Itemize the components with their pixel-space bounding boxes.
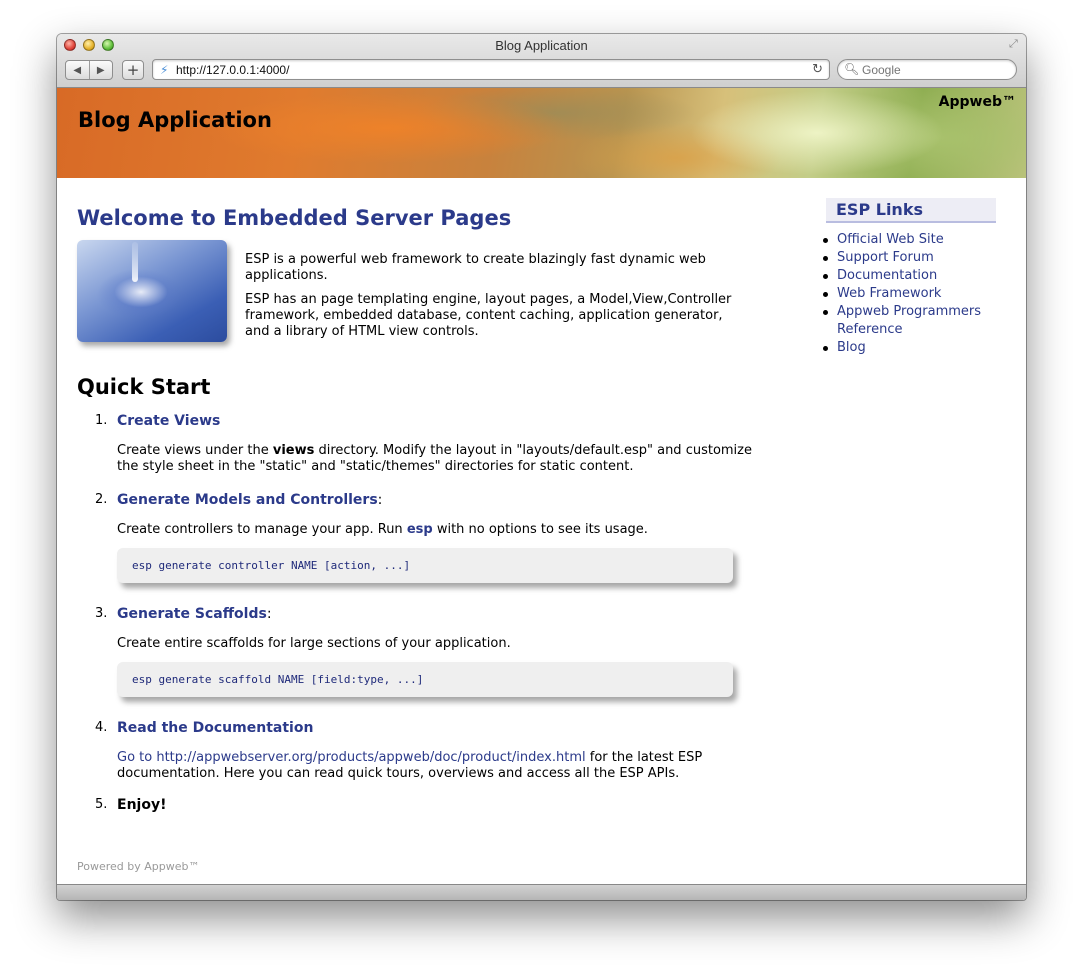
sidebar-item: Web Framework [823,285,996,303]
brand-label: Appweb™ [938,94,1016,110]
site-icon: ⚡ [160,63,169,77]
forward-arrow-icon: ▶ [96,64,105,76]
forward-button[interactable]: ▶ [88,61,113,79]
site-title: Blog Application [78,108,272,132]
page-title: Welcome to Embedded Server Pages [77,206,512,230]
main-content: Welcome to Embedded Server Pages ESP is … [77,206,757,813]
step-number: 4. [95,720,108,735]
create-views-link[interactable]: Create Views [117,413,220,429]
step-description: Create controllers to manage your app. R… [117,522,757,538]
back-arrow-icon: ◀ [73,64,82,76]
step-item: 4. Read the Documentation Go to http://a… [77,720,757,782]
step-description: Create entire scaffolds for large sectio… [117,636,511,651]
code-block: esp generate scaffold NAME [field:type, … [117,662,733,697]
step-description: Create views under the views directory. … [117,443,757,475]
step-item: 5. Enjoy! [77,797,757,813]
status-bar [57,884,1026,900]
page-viewport: Blog Application Appweb™ Welcome to Embe… [57,88,1026,884]
plus-icon: + [126,61,140,79]
footer-text: Powered by Appweb™ [77,860,200,873]
step-text: with no options to see its usage. [432,522,648,537]
page-banner: Blog Application Appweb™ [57,88,1026,178]
step-number: 1. [95,413,108,428]
intro-section: ESP is a powerful web framework to creat… [77,240,757,348]
add-bookmark-button[interactable]: + [122,60,144,80]
generate-models-link[interactable]: Generate Models and Controllers [117,492,378,508]
splash-highlight [132,242,138,282]
sidebar-links: Official Web Site Support Forum Document… [823,231,996,357]
step-suffix: : [377,492,383,508]
sidebar-item: Support Forum [823,249,996,267]
sidebar-link-programmers-reference[interactable]: Appweb Programmers Reference [837,304,981,337]
search-icon[interactable]: 🔍︎ [844,62,859,76]
step-number: 2. [95,492,108,507]
back-button[interactable]: ◀ [66,61,89,79]
water-splash-image [77,240,227,342]
sidebar-item: Blog [823,339,996,357]
intro-paragraph: ESP has an page templating engine, layou… [245,292,732,339]
generate-scaffolds-link[interactable]: Generate Scaffolds [117,606,267,622]
intro-text: ESP is a powerful web framework to creat… [245,240,745,348]
step-item: 1. Create Views Create views under the v… [77,413,757,475]
step-number: 3. [95,606,108,621]
documentation-url-link[interactable]: Go to http://appwebserver.org/products/a… [117,750,586,765]
sidebar-link-web-framework[interactable]: Web Framework [837,286,941,301]
step-text: Create controllers to manage your app. R… [117,522,407,537]
history-nav: ◀ ▶ [65,60,113,80]
quick-start-steps: 1. Create Views Create views under the v… [77,413,757,813]
sidebar-link-official-site[interactable]: Official Web Site [837,232,944,247]
browser-window: Blog Application ⤢ ◀ ▶ + ⚡ http://127.0.… [57,34,1026,900]
search-input[interactable] [862,62,1012,78]
sidebar: ESP Links Official Web Site Support Foru… [823,198,996,357]
enjoy-label: Enjoy! [117,797,167,813]
esp-keyword: esp [406,522,433,537]
sidebar-item: Official Web Site [823,231,996,249]
window-title: Blog Application [495,38,588,53]
sidebar-link-support-forum[interactable]: Support Forum [837,250,934,265]
quick-start-heading: Quick Start [77,375,211,399]
browser-toolbar: Blog Application ⤢ ◀ ▶ + ⚡ http://127.0.… [57,34,1026,88]
sidebar-item: Documentation [823,267,996,285]
step-text: Create views under the [117,443,273,458]
address-text[interactable]: http://127.0.0.1:4000/ [176,63,289,77]
sidebar-link-documentation[interactable]: Documentation [837,268,937,283]
search-bar[interactable]: 🔍︎ [837,59,1017,80]
step-description: Go to http://appwebserver.org/products/a… [117,750,757,782]
step-item: 2. Generate Models and Controllers: Crea… [77,492,757,583]
fullscreen-icon[interactable]: ⤢ [1009,38,1021,50]
intro-paragraph: ESP is a powerful web framework to creat… [245,252,706,283]
views-keyword: views [272,443,315,458]
sidebar-title: ESP Links [826,198,996,223]
read-documentation-link[interactable]: Read the Documentation [117,720,313,736]
step-suffix: : [266,606,272,622]
step-item: 3. Generate Scaffolds: Create entire sca… [77,606,757,697]
sidebar-item: Appweb Programmers Reference [823,303,996,339]
address-bar[interactable]: ⚡ http://127.0.0.1:4000/ ↻ [152,59,830,80]
code-block: esp generate controller NAME [action, ..… [117,548,733,583]
sidebar-link-blog[interactable]: Blog [837,340,866,355]
step-number: 5. [95,797,108,812]
reload-icon[interactable]: ↻ [812,62,823,77]
